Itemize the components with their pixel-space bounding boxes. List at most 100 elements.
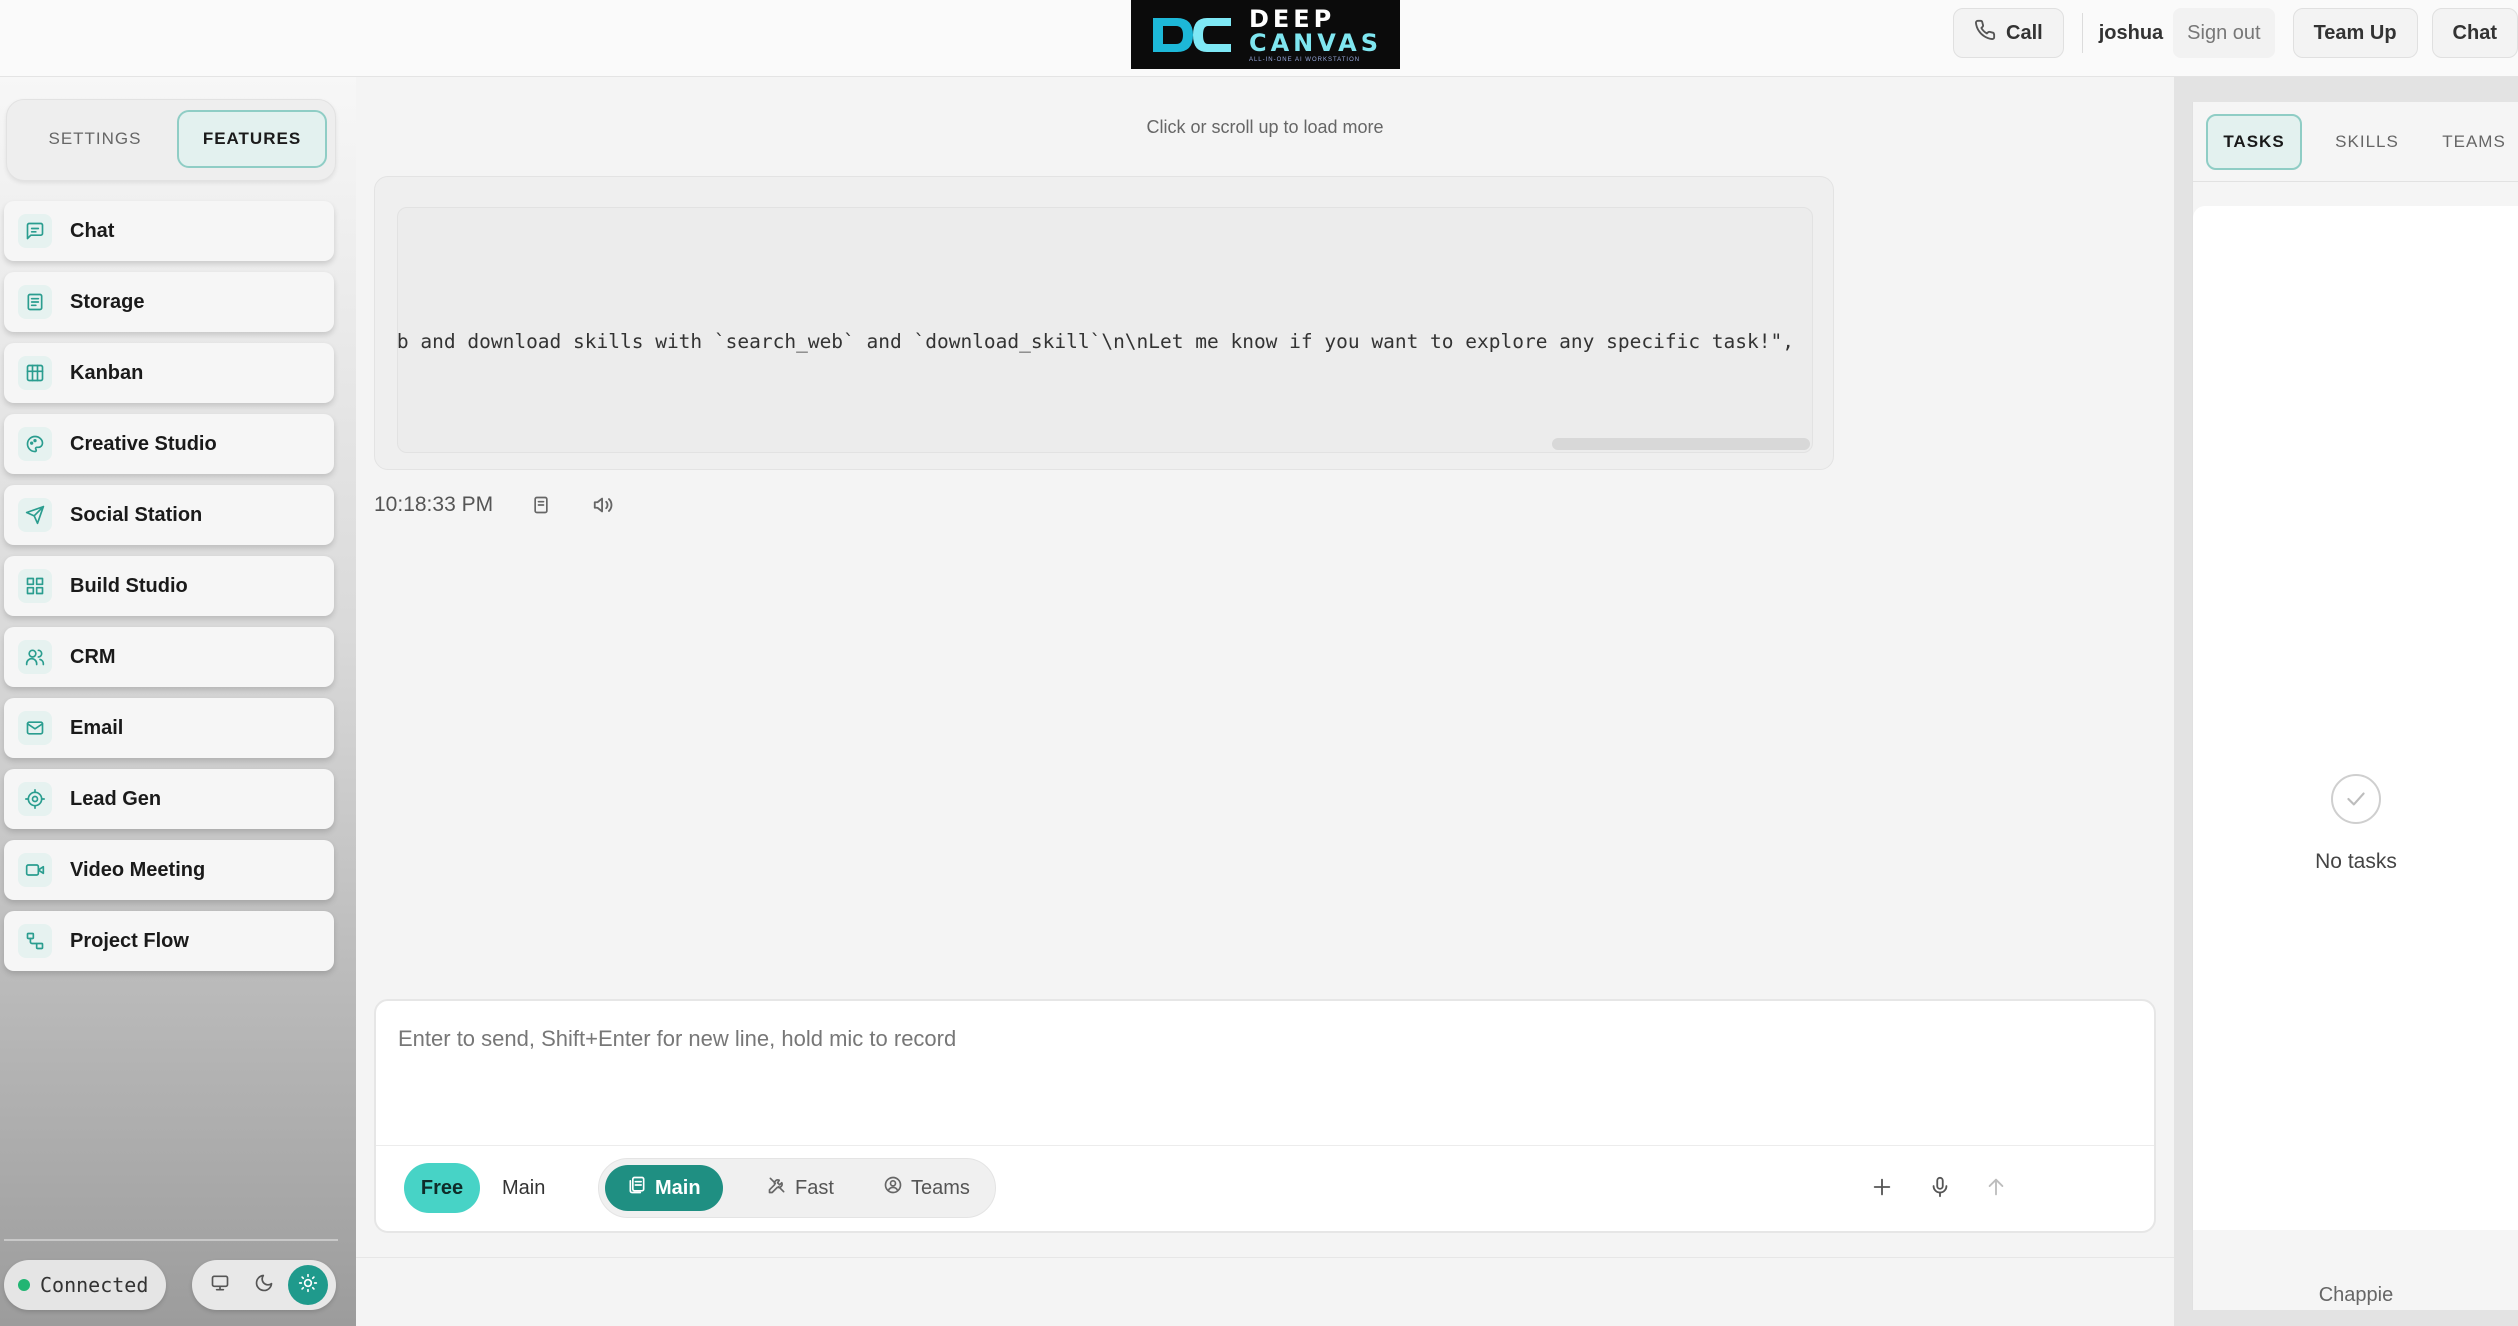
video-icon bbox=[18, 853, 52, 887]
theme-dark-button[interactable] bbox=[244, 1265, 284, 1305]
teams-icon bbox=[883, 1175, 903, 1201]
call-label: Call bbox=[2006, 21, 2043, 44]
sidebar-item-storage[interactable]: Storage bbox=[4, 272, 334, 332]
microphone-icon[interactable] bbox=[1920, 1167, 1960, 1207]
mode-main-button[interactable]: Main bbox=[605, 1165, 723, 1211]
logo-mark-icon bbox=[1149, 10, 1235, 60]
agent-name: Chappie bbox=[2318, 1284, 2394, 1306]
flow-icon bbox=[18, 924, 52, 958]
attach-plus-icon[interactable] bbox=[1862, 1167, 1902, 1207]
kanban-icon bbox=[18, 356, 52, 390]
sidebar-item-kanban[interactable]: Kanban bbox=[4, 343, 334, 403]
mode-fast-label: Fast bbox=[795, 1176, 834, 1199]
message-composer: Free Main Main Fast Teams bbox=[374, 999, 2156, 1233]
tab-features[interactable]: FEATURES bbox=[177, 110, 327, 168]
status-dot-icon bbox=[18, 1279, 30, 1291]
copy-icon[interactable] bbox=[527, 491, 555, 519]
mode-teams-label: Teams bbox=[911, 1176, 970, 1199]
storage-icon bbox=[18, 285, 52, 319]
sidebar-item-label: CRM bbox=[70, 645, 116, 668]
tools-icon bbox=[767, 1175, 787, 1201]
mode-teams-button[interactable]: Teams bbox=[861, 1165, 992, 1211]
target-icon bbox=[18, 782, 52, 816]
phone-icon bbox=[1974, 19, 1996, 47]
sidebar-item-lead-gen[interactable]: Lead Gen bbox=[4, 769, 334, 829]
tab-settings[interactable]: SETTINGS bbox=[15, 110, 175, 168]
logo-word-deep: DEEP bbox=[1248, 4, 1336, 33]
sidebar-item-label: Creative Studio bbox=[70, 432, 217, 455]
theme-switcher bbox=[192, 1260, 336, 1310]
sidebar-tab-switcher: SETTINGS FEATURES bbox=[6, 99, 336, 181]
logo-tagline: ALL-IN-ONE AI WORKSTATION bbox=[1248, 56, 1361, 63]
check-circle-icon bbox=[2331, 774, 2381, 824]
composer-divider bbox=[376, 1145, 2154, 1146]
grid-icon bbox=[18, 569, 52, 603]
moon-icon bbox=[254, 1273, 274, 1298]
message-input[interactable] bbox=[398, 1019, 2128, 1059]
message-meta: 10:18:33 PM bbox=[374, 490, 651, 520]
chat-icon bbox=[18, 214, 52, 248]
tab-tasks[interactable]: TASKS bbox=[2206, 114, 2302, 170]
tab-teams[interactable]: TEAMS bbox=[2429, 114, 2518, 170]
send-icon bbox=[18, 498, 52, 532]
sidebar-item-label: Lead Gen bbox=[70, 787, 162, 810]
send-arrow-icon[interactable] bbox=[1976, 1167, 2016, 1207]
connection-status: Connected bbox=[4, 1260, 166, 1310]
sidebar-item-label: Chat bbox=[70, 219, 115, 242]
empty-state-text: No tasks bbox=[2315, 850, 2397, 873]
theme-light-button[interactable] bbox=[288, 1265, 328, 1305]
horizontal-scrollbar[interactable] bbox=[1552, 438, 1810, 450]
mode-fast-button[interactable]: Fast bbox=[745, 1165, 856, 1211]
sidebar-item-label: Project Flow bbox=[70, 929, 189, 952]
tab-skills[interactable]: SKILLS bbox=[2319, 114, 2415, 170]
mode-main-label: Main bbox=[655, 1176, 701, 1199]
sign-out-button[interactable]: Sign out bbox=[2173, 8, 2275, 58]
sidebar-item-label: Email bbox=[70, 716, 124, 739]
logo-word-canvas: CANVAS bbox=[1248, 28, 1383, 57]
users-icon bbox=[18, 640, 52, 674]
sidebar-item-video-meeting[interactable]: Video Meeting bbox=[4, 840, 334, 900]
sidebar-item-label: Kanban bbox=[70, 361, 144, 384]
code-block[interactable]: eb and download skills with `search_web`… bbox=[397, 207, 1813, 453]
header-divider bbox=[2081, 13, 2083, 53]
top-bar: DEEP CANVAS ALL-IN-ONE AI WORKSTATION Ca… bbox=[0, 0, 2518, 77]
deep-canvas-logo[interactable]: DEEP CANVAS ALL-IN-ONE AI WORKSTATION bbox=[1131, 0, 1400, 69]
sidebar-item-chat[interactable]: Chat bbox=[4, 201, 334, 261]
sidebar-item-label: Video Meeting bbox=[70, 858, 206, 881]
sidebar-item-creative-studio[interactable]: Creative Studio bbox=[4, 414, 334, 474]
assistant-message: eb and download skills with `search_web`… bbox=[374, 176, 1834, 470]
sidebar: SETTINGS FEATURES Chat Storage Kanban Cr… bbox=[0, 77, 356, 1326]
chat-button[interactable]: Chat bbox=[2431, 8, 2518, 58]
palette-icon bbox=[18, 427, 52, 461]
document-stack-icon bbox=[627, 1175, 647, 1201]
tier-free-button[interactable]: Free bbox=[404, 1163, 480, 1213]
sidebar-item-label: Social Station bbox=[70, 503, 203, 526]
tier-main-button[interactable]: Main bbox=[502, 1163, 545, 1213]
sidebar-item-label: Build Studio bbox=[70, 574, 188, 597]
mail-icon bbox=[18, 711, 52, 745]
load-more-link[interactable]: Click or scroll up to load more bbox=[356, 117, 2174, 138]
mode-switcher: Main Fast Teams bbox=[598, 1158, 996, 1218]
call-button[interactable]: Call bbox=[1953, 8, 2064, 58]
sidebar-item-email[interactable]: Email bbox=[4, 698, 334, 758]
speaker-icon[interactable] bbox=[589, 491, 617, 519]
feature-nav: Chat Storage Kanban Creative Studio Soci… bbox=[4, 201, 334, 982]
sidebar-item-project-flow[interactable]: Project Flow bbox=[4, 911, 334, 971]
team-up-button[interactable]: Team Up bbox=[2292, 8, 2418, 58]
sidebar-divider bbox=[4, 1239, 338, 1241]
right-panel-tabs: TASKS SKILLS TEAMS bbox=[2193, 102, 2518, 182]
theme-system-button[interactable] bbox=[200, 1265, 240, 1305]
connection-status-label: Connected bbox=[40, 1273, 149, 1297]
sidebar-item-crm[interactable]: CRM bbox=[4, 627, 334, 687]
sidebar-item-social-station[interactable]: Social Station bbox=[4, 485, 334, 545]
monitor-icon bbox=[210, 1273, 230, 1298]
sidebar-item-build-studio[interactable]: Build Studio bbox=[4, 556, 334, 616]
main-footer-divider bbox=[356, 1257, 2174, 1258]
sun-icon bbox=[298, 1273, 318, 1298]
chat-main: Click or scroll up to load more eb and d… bbox=[356, 77, 2174, 1326]
right-panel: TASKS SKILLS TEAMS No tasks Chappie bbox=[2192, 102, 2518, 1310]
tasks-list: No tasks bbox=[2193, 206, 2518, 1230]
message-timestamp: 10:18:33 PM bbox=[374, 493, 494, 516]
sidebar-item-label: Storage bbox=[70, 290, 145, 313]
code-line: eb and download skills with `search_web`… bbox=[397, 330, 1794, 353]
